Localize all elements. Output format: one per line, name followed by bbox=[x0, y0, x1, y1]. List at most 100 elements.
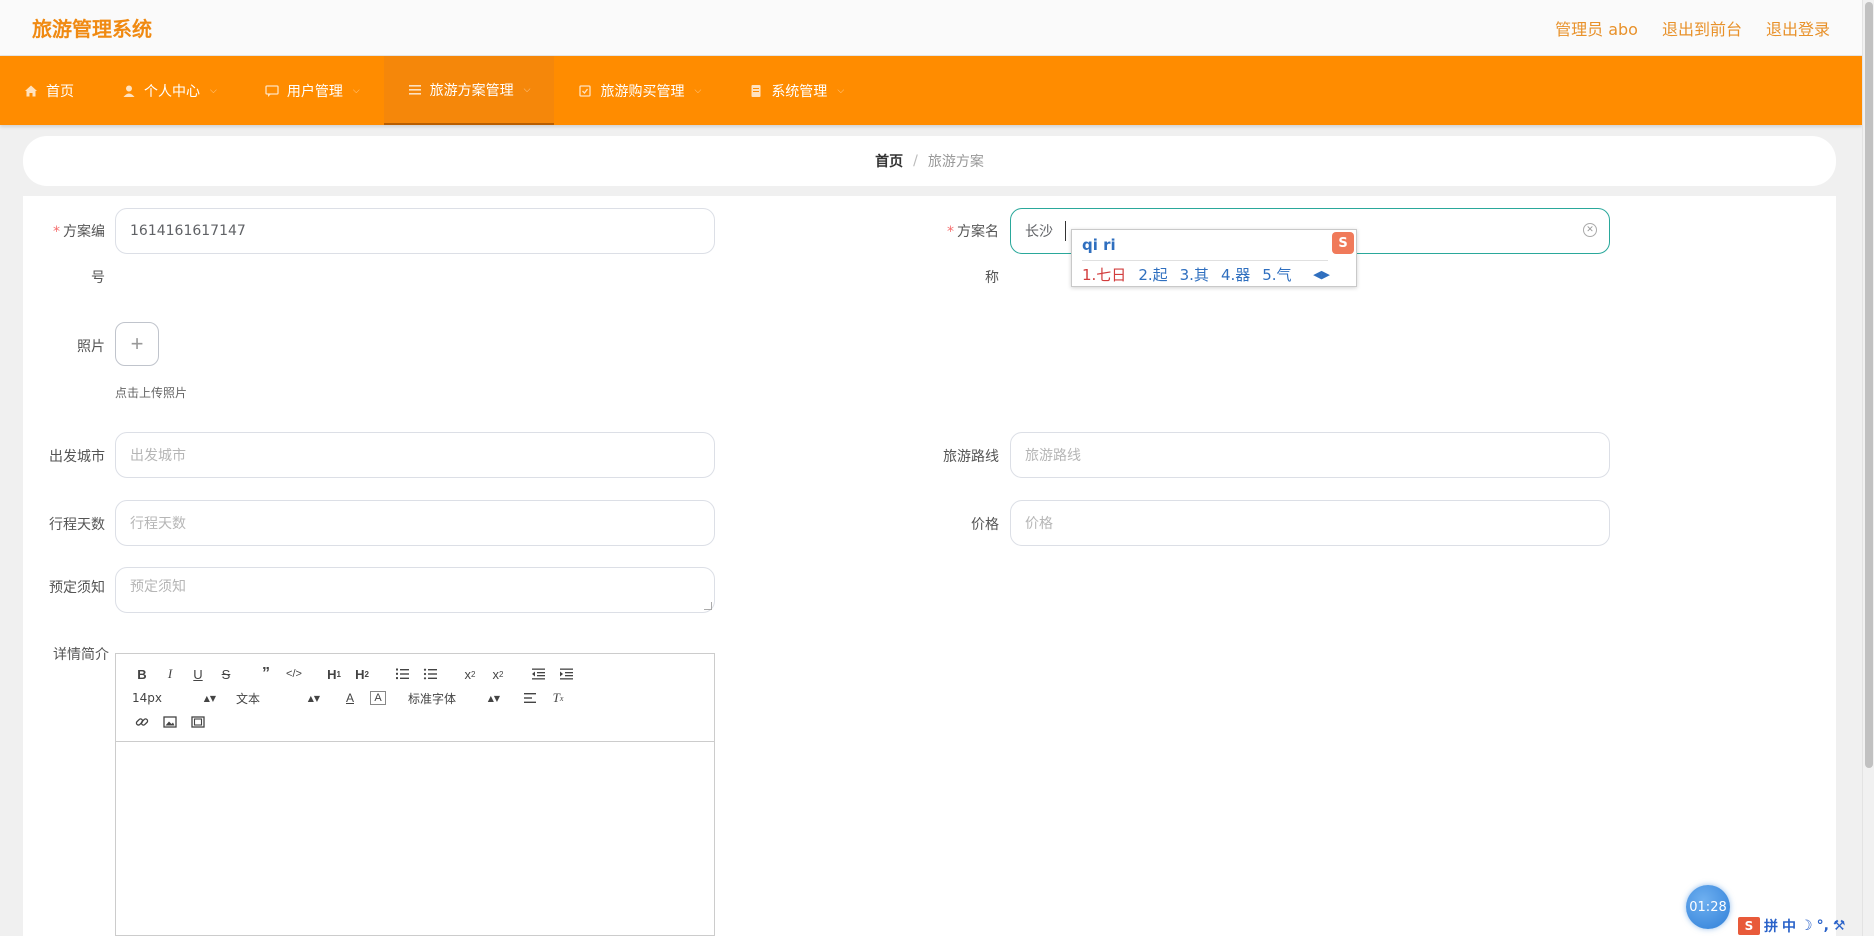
price-label: 价格 bbox=[971, 517, 999, 533]
punctuation-icon[interactable]: °, bbox=[1817, 918, 1829, 934]
font-color-icon[interactable]: A bbox=[336, 687, 364, 709]
photo-upload-button[interactable]: + bbox=[115, 322, 159, 366]
nav-item-users[interactable]: 用户管理 ⌵ bbox=[241, 56, 384, 125]
strike-icon[interactable]: S bbox=[212, 663, 240, 685]
nav-item-purchases[interactable]: 旅游购买管理 ⌵ bbox=[554, 56, 725, 125]
clear-icon[interactable]: ✕ bbox=[1583, 223, 1597, 237]
breadcrumb-current: 旅游方案 bbox=[927, 154, 984, 170]
ime-page-arrows-icon[interactable]: ◀▶ bbox=[1313, 268, 1330, 281]
recording-timer[interactable]: 01:28 bbox=[1686, 885, 1730, 929]
nav-item-home[interactable]: 首页 bbox=[0, 56, 98, 125]
clear-format-icon[interactable]: Tx bbox=[544, 687, 572, 709]
chinese-mode-icon[interactable]: 中 bbox=[1782, 916, 1796, 936]
cart-icon bbox=[578, 84, 592, 98]
scrollbar-thumb[interactable] bbox=[1865, 2, 1873, 768]
route-input[interactable]: 旅游路线 bbox=[1010, 432, 1610, 478]
ime-candidate[interactable]: 2.起 bbox=[1138, 264, 1167, 285]
user-icon bbox=[122, 84, 136, 98]
outdent-icon[interactable] bbox=[524, 663, 552, 685]
subscript-icon[interactable]: x2 bbox=[456, 663, 484, 685]
heading2-icon[interactable]: H2 bbox=[348, 663, 376, 685]
plan-no-label: * 方案编 bbox=[53, 224, 105, 240]
chevron-down-icon: ⌵ bbox=[837, 85, 845, 96]
moon-icon[interactable]: ☽ bbox=[1800, 918, 1813, 934]
sogou-logo-icon[interactable]: S bbox=[1738, 917, 1760, 935]
upload-tip: 点击上传照片 bbox=[115, 386, 188, 400]
resize-grip-icon[interactable] bbox=[704, 602, 712, 610]
ime-candidate[interactable]: 4.器 bbox=[1221, 264, 1250, 285]
nav-label: 首页 bbox=[46, 83, 74, 100]
depart-city-input[interactable]: 出发城市 bbox=[115, 432, 715, 478]
heading-select[interactable]: 文本 ▲▼ bbox=[232, 690, 324, 707]
bold-icon[interactable]: B bbox=[128, 663, 156, 685]
depart-city-placeholder: 出发城市 bbox=[130, 448, 186, 464]
breadcrumb-home[interactable]: 首页 bbox=[875, 151, 903, 171]
link-icon[interactable] bbox=[128, 711, 156, 733]
plan-no-input[interactable]: 1614161617147 bbox=[115, 208, 715, 254]
align-icon[interactable] bbox=[516, 687, 544, 709]
text-cursor bbox=[1065, 221, 1066, 241]
chevron-down-icon: ⌵ bbox=[523, 84, 531, 95]
notice-label: 预定须知 bbox=[49, 580, 105, 596]
heading1-icon[interactable]: H1 bbox=[320, 663, 348, 685]
photo-label: 照片 bbox=[77, 339, 105, 355]
plan-no-label-wrap: 号 bbox=[91, 270, 105, 286]
notice-placeholder: 预定须知 bbox=[130, 579, 186, 595]
price-input[interactable]: 价格 bbox=[1010, 500, 1610, 546]
nav-item-personal[interactable]: 个人中心 ⌵ bbox=[98, 56, 241, 125]
quote-icon[interactable]: ” bbox=[252, 663, 280, 685]
ime-candidate[interactable]: 1.七日 bbox=[1082, 264, 1126, 285]
font-family-select[interactable]: 标准字体 ▲▼ bbox=[404, 690, 504, 707]
indent-icon[interactable] bbox=[552, 663, 580, 685]
admin-user-link[interactable]: 管理员 abo bbox=[1555, 16, 1638, 40]
app-title: 旅游管理系统 bbox=[32, 17, 152, 41]
sogou-logo-icon: S bbox=[1332, 232, 1354, 254]
days-input[interactable]: 行程天数 bbox=[115, 500, 715, 546]
top-header: 旅游管理系统 管理员 abo 退出到前台 退出登录 bbox=[0, 0, 1862, 56]
plan-name-label-wrap: 称 bbox=[985, 270, 999, 286]
select-arrow-icon: ▲▼ bbox=[487, 693, 500, 703]
font-size-select[interactable]: 14px ▲▼ bbox=[128, 691, 220, 705]
italic-icon[interactable]: I bbox=[156, 663, 184, 685]
ordered-list-icon[interactable] bbox=[388, 663, 416, 685]
nav-label: 个人中心 bbox=[144, 83, 200, 100]
chevron-down-icon: ⌵ bbox=[352, 85, 360, 96]
chat-icon bbox=[265, 84, 279, 98]
plan-name-label: * 方案名 bbox=[947, 224, 999, 240]
back-to-front-link[interactable]: 退出到前台 bbox=[1662, 16, 1742, 40]
logout-link[interactable]: 退出登录 bbox=[1766, 16, 1830, 40]
underline-icon[interactable]: U bbox=[184, 663, 212, 685]
nav-label: 旅游方案管理 bbox=[429, 82, 514, 99]
editor-toolbar: B I U S ” </> H1 H2 x2 x2 14px ▲▼ 文本 ▲▼ … bbox=[116, 654, 714, 742]
code-icon[interactable]: </> bbox=[280, 663, 308, 685]
ime-candidate[interactable]: 5.气 bbox=[1262, 264, 1291, 285]
nav-label: 旅游购买管理 bbox=[600, 83, 685, 100]
plan-no-value: 1614161617147 bbox=[130, 223, 246, 239]
video-icon[interactable] bbox=[184, 711, 212, 733]
background-color-icon[interactable]: A bbox=[370, 691, 386, 705]
page-scrollbar[interactable] bbox=[1862, 0, 1874, 936]
nav-label: 用户管理 bbox=[286, 83, 343, 100]
plan-form: * 方案编 号 1614161617147 * 方案名 称 长沙 ✕ 照片 + 点击… bbox=[23, 196, 1836, 936]
image-icon[interactable] bbox=[156, 711, 184, 733]
notice-textarea[interactable]: 预定须知 bbox=[115, 567, 715, 613]
list-icon bbox=[408, 83, 422, 97]
nav-item-plans[interactable]: 旅游方案管理 ⌵ bbox=[383, 56, 555, 125]
doc-icon bbox=[749, 84, 763, 98]
ime-candidate[interactable]: 3.其 bbox=[1180, 264, 1209, 285]
days-placeholder: 行程天数 bbox=[130, 516, 186, 532]
bullet-list-icon[interactable] bbox=[416, 663, 444, 685]
pinyin-mode-icon[interactable]: 拼 bbox=[1764, 916, 1778, 936]
superscript-icon[interactable]: x2 bbox=[484, 663, 512, 685]
editor-content-area[interactable] bbox=[116, 742, 714, 936]
ime-candidates: 1.七日 2.起 3.其 4.器 5.气 bbox=[1082, 264, 1292, 285]
nav-item-system[interactable]: 系统管理 ⌵ bbox=[725, 56, 868, 125]
home-icon bbox=[24, 84, 38, 98]
tools-icon[interactable]: ⚒ bbox=[1833, 918, 1846, 934]
main-nav: 首页 个人中心 ⌵ 用户管理 ⌵ 旅游方案管理 ⌵ 旅游购买管理 ⌵ 系统管理 … bbox=[0, 56, 1862, 125]
breadcrumb-separator: / bbox=[913, 153, 918, 169]
ime-pinyin: qi ri bbox=[1082, 236, 1116, 254]
intro-label: 详情简介 bbox=[53, 647, 109, 663]
header-links: 管理员 abo 退出到前台 退出登录 bbox=[1555, 16, 1830, 40]
ime-tray: S 拼 中 ☽ °, ⚒ bbox=[1738, 916, 1874, 936]
